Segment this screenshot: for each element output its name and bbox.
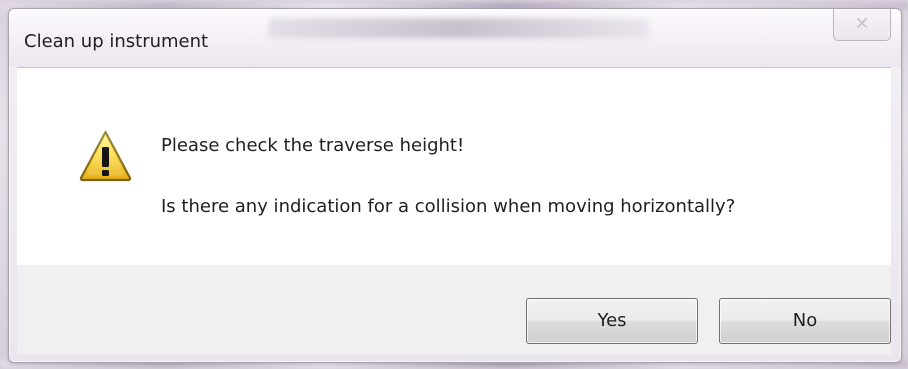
yes-button[interactable]: Yes	[526, 298, 698, 344]
message-secondary: Is there any indication for a collision …	[161, 196, 736, 217]
dialog-title: Clean up instrument	[24, 31, 209, 52]
dialog-content: Please check the traverse height! Is the…	[17, 67, 891, 354]
button-panel: Yes No	[17, 265, 891, 354]
dialog-window: Clean up instrument ✕ Please check the t…	[8, 8, 902, 363]
warning-icon	[79, 130, 132, 182]
title-bar: Clean up instrument ✕	[9, 9, 901, 67]
message-area: Please check the traverse height! Is the…	[17, 68, 891, 265]
no-button[interactable]: No	[719, 298, 891, 344]
close-icon: ✕	[854, 13, 870, 35]
message-primary: Please check the traverse height!	[161, 135, 465, 156]
close-button[interactable]: ✕	[833, 9, 891, 41]
